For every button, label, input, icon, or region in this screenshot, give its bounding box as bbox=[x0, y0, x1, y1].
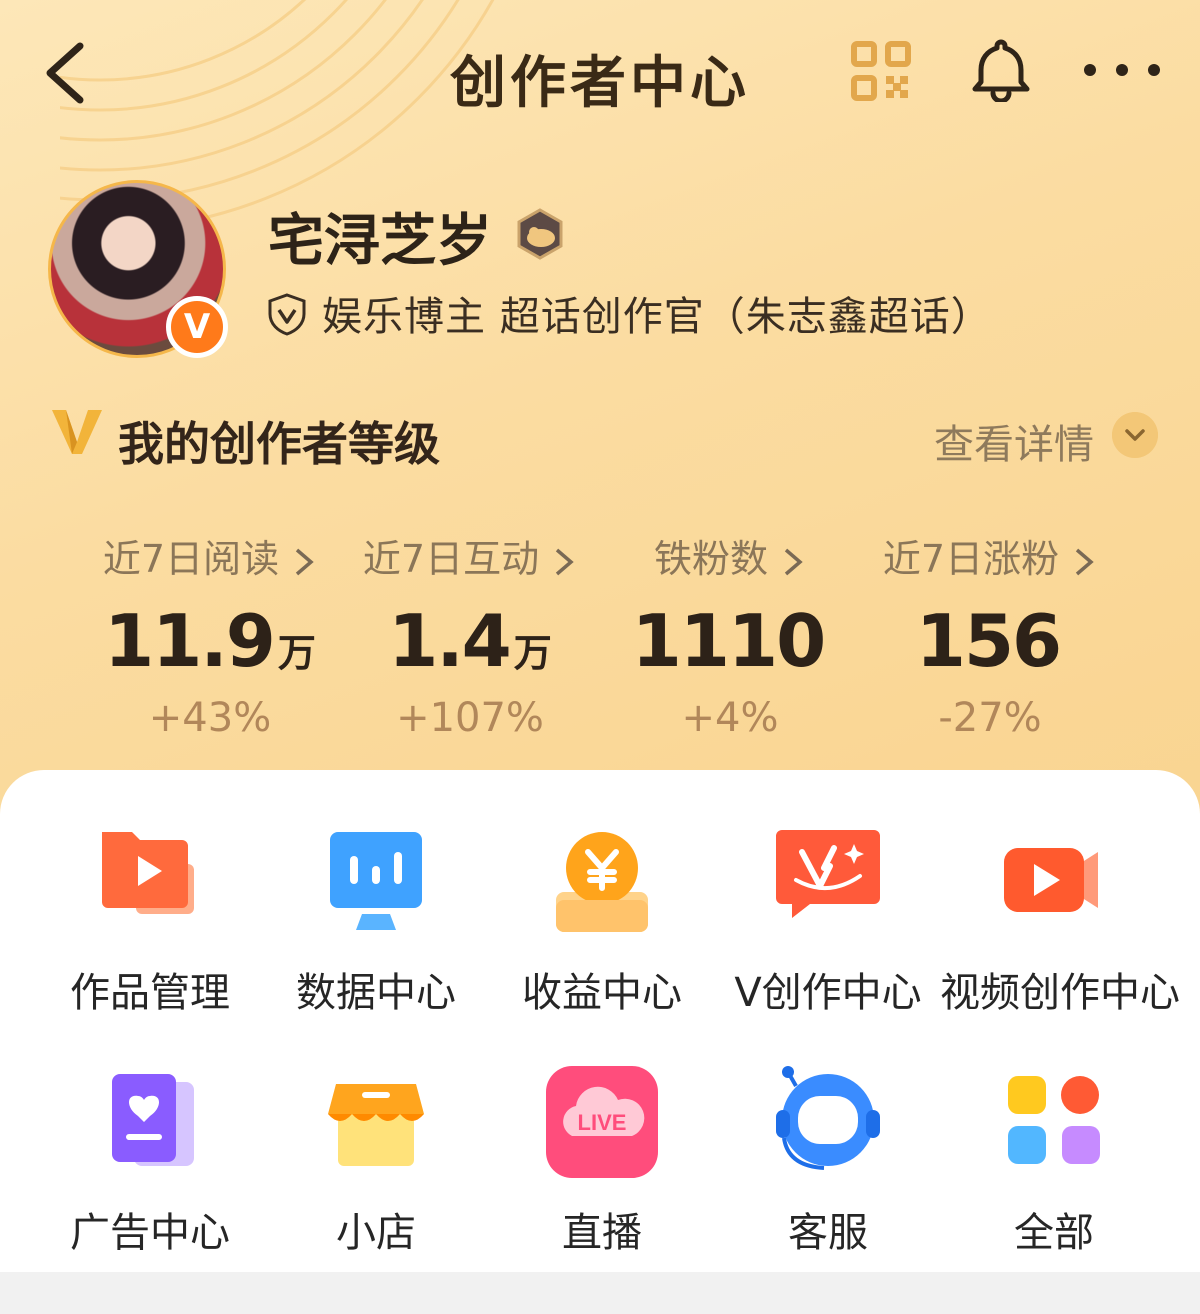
tools-panel: 作品管理 数据中心 收益中心 V创作中心 视频创作中心 广告中心 小店 LIVE… bbox=[0, 770, 1200, 1272]
yuan-coin-icon bbox=[556, 832, 648, 932]
data-chart-icon bbox=[330, 832, 422, 930]
tool-label: 作品管理 bbox=[70, 970, 230, 1016]
view-details-link[interactable]: 查看详情 bbox=[934, 412, 1094, 470]
tool-works-management[interactable]: 作品管理 bbox=[36, 822, 264, 1018]
chevron-right-icon bbox=[1075, 548, 1094, 575]
tool-all[interactable]: 全部 bbox=[940, 1062, 1168, 1258]
stat-label: 近7日互动 bbox=[362, 537, 540, 581]
video-camera-icon bbox=[1004, 848, 1098, 912]
tool-customer-service[interactable]: 客服 bbox=[714, 1062, 942, 1258]
tool-ad-center[interactable]: 广告中心 bbox=[36, 1062, 264, 1258]
shop-icon bbox=[328, 1084, 424, 1166]
v-create-icon bbox=[776, 830, 880, 918]
qr-code-icon[interactable] bbox=[850, 40, 912, 102]
tool-v-creation-center[interactable]: V创作中心 bbox=[714, 822, 942, 1018]
stat-change: +43% bbox=[148, 695, 272, 741]
tool-label: 直播 bbox=[562, 1210, 642, 1256]
tool-label: 视频创作中心 bbox=[940, 970, 1180, 1016]
support-headset-icon bbox=[776, 1066, 880, 1170]
chevron-right-icon bbox=[295, 548, 314, 575]
creator-level-title: 我的创作者等级 bbox=[118, 417, 440, 471]
stat-change: -27% bbox=[938, 695, 1042, 741]
stat-label: 近7日阅读 bbox=[102, 537, 280, 581]
bell-icon[interactable] bbox=[968, 36, 1034, 102]
shield-check-icon bbox=[268, 293, 306, 336]
username: 宅浔芝岁 bbox=[268, 209, 492, 274]
stat-label: 近7日涨粉 bbox=[882, 537, 1060, 581]
stat-change: +4% bbox=[681, 695, 779, 741]
stat-interactions[interactable]: 近7日互动 1.4 万 +107% bbox=[340, 528, 600, 741]
stat-value: 11.9 bbox=[104, 599, 276, 683]
live-icon-text: LIVE bbox=[578, 1110, 627, 1135]
stat-label: 铁粉数 bbox=[653, 537, 768, 581]
tool-label: 数据中心 bbox=[296, 970, 456, 1016]
verification-text: 娱乐博主 超话创作官（朱志鑫超话） bbox=[322, 294, 992, 340]
stat-reads[interactable]: 近7日阅读 11.9 万 +43% bbox=[80, 528, 340, 741]
chevron-down-icon[interactable] bbox=[1112, 412, 1158, 458]
chevron-right-icon bbox=[555, 548, 574, 575]
stat-new-fans[interactable]: 近7日涨粉 156 -27% bbox=[860, 528, 1120, 741]
tool-label: 小店 bbox=[336, 1210, 416, 1256]
tool-label: V创作中心 bbox=[734, 970, 922, 1016]
ad-heart-icon bbox=[112, 1074, 194, 1166]
live-icon: LIVE bbox=[546, 1066, 658, 1178]
stat-change: +107% bbox=[396, 695, 544, 741]
stat-iron-fans[interactable]: 铁粉数 1110 +4% bbox=[600, 528, 860, 741]
tool-shop[interactable]: 小店 bbox=[262, 1062, 490, 1258]
tool-video-creation-center[interactable]: 视频创作中心 bbox=[940, 822, 1180, 1018]
stat-value: 1110 bbox=[631, 599, 826, 683]
tool-live[interactable]: LIVE 直播 bbox=[488, 1062, 716, 1258]
verified-v-badge: V bbox=[166, 296, 228, 358]
stat-unit: 万 bbox=[277, 631, 316, 675]
top-bar: 创作者中心 bbox=[0, 0, 1200, 150]
chevron-right-icon bbox=[784, 548, 803, 575]
tool-label: 广告中心 bbox=[70, 1210, 230, 1256]
creator-v-logo-icon bbox=[52, 410, 102, 454]
tool-data-center[interactable]: 数据中心 bbox=[262, 822, 490, 1018]
all-grid-icon bbox=[1008, 1076, 1100, 1164]
stat-value: 156 bbox=[915, 599, 1062, 683]
more-dots-icon[interactable] bbox=[1080, 50, 1164, 90]
tool-revenue-center[interactable]: 收益中心 bbox=[488, 822, 716, 1018]
stat-value: 1.4 bbox=[388, 599, 512, 683]
tool-label: 客服 bbox=[788, 1210, 868, 1256]
tool-label: 收益中心 bbox=[522, 970, 682, 1016]
works-folder-icon bbox=[102, 832, 194, 914]
tool-label: 全部 bbox=[1014, 1210, 1094, 1256]
stat-unit: 万 bbox=[513, 631, 552, 675]
level-medal-icon[interactable] bbox=[514, 208, 566, 260]
